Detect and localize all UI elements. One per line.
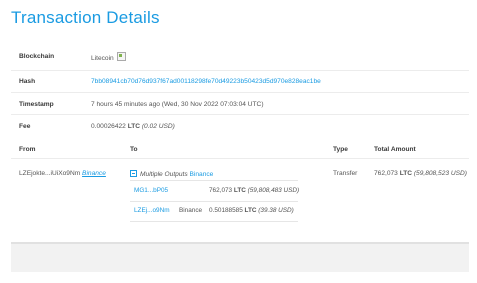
multiple-outputs-text: Multiple Outputs bbox=[140, 171, 188, 178]
blockchain-row: Blockchain Litecoin bbox=[11, 42, 469, 71]
transfers-header: From To Type Total Amount bbox=[11, 138, 469, 159]
page-title: Transaction Details bbox=[11, 8, 160, 27]
from-cell: LZEjokte...iUiXo9Nm Binance bbox=[19, 170, 106, 177]
hash-row: Hash 7bb08941cb70d76d937f67ad00118298fe7… bbox=[11, 70, 469, 93]
header-type: Type bbox=[333, 146, 348, 153]
header-from: From bbox=[19, 146, 36, 153]
blockchain-value: Litecoin bbox=[91, 52, 126, 62]
fee-value: 0.00026422 LTC (0.02 USD) bbox=[91, 123, 175, 130]
timestamp-value: 7 hours 45 minutes ago (Wed, 30 Nov 2022… bbox=[91, 101, 264, 108]
output-address-link[interactable]: MG1...bP05 bbox=[134, 187, 168, 194]
from-label-link[interactable]: Binance bbox=[82, 170, 106, 177]
output-row: LZEj...o9Nm Binance 0.50188585 LTC (39.3… bbox=[130, 201, 298, 222]
timestamp-label: Timestamp bbox=[19, 101, 54, 108]
to-cell: Multiple Outputs Binance bbox=[130, 170, 213, 178]
fee-row: Fee 0.00026422 LTC (0.02 USD) bbox=[11, 114, 469, 136]
footer-panel bbox=[11, 244, 469, 272]
fee-label: Fee bbox=[19, 123, 31, 130]
hash-link[interactable]: 7bb08941cb70d76d937f67ad00118298fe70d492… bbox=[91, 78, 321, 85]
output-amount: 0.50188585 LTC (39.38 USD) bbox=[209, 207, 294, 214]
hash-label: Hash bbox=[19, 78, 36, 85]
minus-square-icon[interactable] bbox=[130, 170, 137, 177]
output-amount: 762,073 LTC (59,808,483 USD) bbox=[209, 187, 300, 194]
timestamp-row: Timestamp 7 hours 45 minutes ago (Wed, 3… bbox=[11, 92, 469, 115]
total-amount-cell: 762,073 LTC (59,808,523 USD) bbox=[374, 170, 468, 177]
blockchain-label: Blockchain bbox=[19, 53, 55, 60]
from-address: LZEjokte...iUiXo9Nm bbox=[19, 170, 81, 177]
output-label: Binance bbox=[179, 207, 203, 214]
type-cell: Transfer bbox=[333, 170, 358, 177]
to-label-link[interactable]: Binance bbox=[190, 171, 214, 178]
broken-image-icon bbox=[116, 52, 126, 61]
output-address-link[interactable]: LZEj...o9Nm bbox=[134, 207, 170, 214]
header-to: To bbox=[130, 146, 138, 153]
transaction-card: Blockchain Litecoin Hash 7bb08941cb70d76… bbox=[11, 42, 469, 244]
header-total-amount: Total Amount bbox=[374, 146, 416, 153]
output-row: MG1...bP05 762,073 LTC (59,808,483 USD) bbox=[130, 180, 300, 202]
